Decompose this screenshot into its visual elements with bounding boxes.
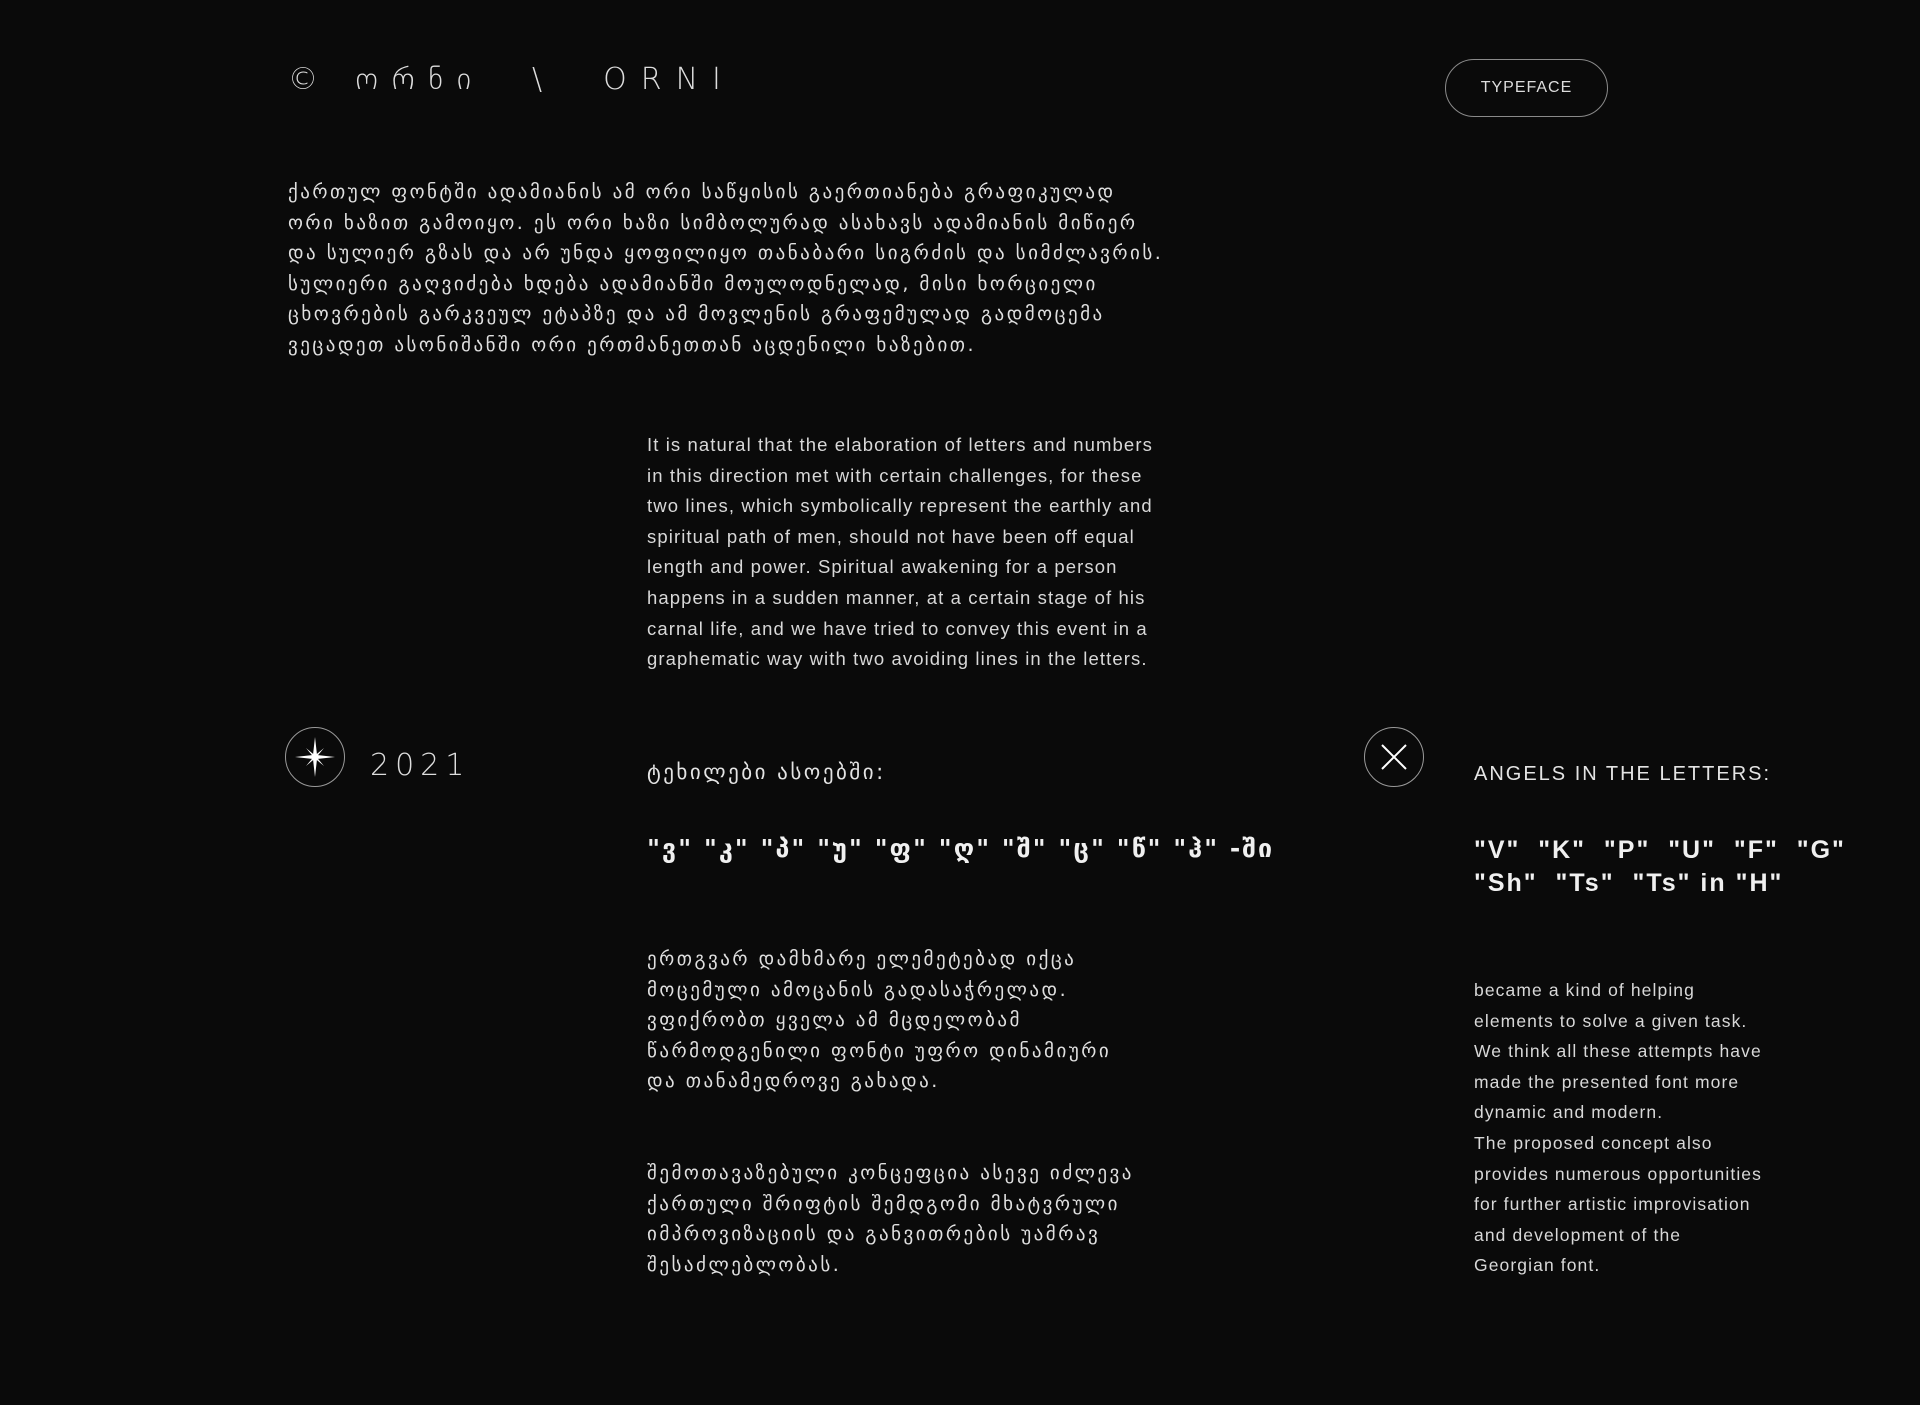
text-line: იმპროვიზაციის და განვითრების უამრავ bbox=[647, 1223, 1101, 1246]
georgian-letters: "ვ" "კ" "პ" "უ" "ფ" "ღ" "შ" "ც" "წ" "ჰ" … bbox=[647, 834, 1275, 863]
text-line: made the presented font more bbox=[1474, 1071, 1740, 1092]
text-line: became a kind of helping bbox=[1474, 980, 1695, 1000]
text-line: carnal life, and we have tried to convey… bbox=[647, 617, 1148, 639]
georgian-heading: ტეხილები ასოებში: bbox=[647, 760, 886, 784]
x-cross-icon bbox=[1364, 727, 1424, 787]
text-line: elements to solve a given task. bbox=[1474, 1010, 1748, 1031]
english-paragraph: became a kind of helping elements to sol… bbox=[1474, 975, 1762, 1281]
text-line: და თანამედროვე გახადა. bbox=[647, 1070, 940, 1093]
text-line: happens in a sudden manner, at a certain… bbox=[647, 586, 1146, 608]
text-line: dynamic and modern. bbox=[1474, 1102, 1664, 1123]
text-line: for further artistic improvisation bbox=[1474, 1194, 1751, 1215]
text-line: spiritual path of men, should not have b… bbox=[647, 525, 1135, 547]
text-line: ცხოვრების გარკვეულ ეტაპზე და ამ მოვლენის… bbox=[288, 303, 1105, 326]
text-line: and development of the bbox=[1474, 1224, 1682, 1245]
intro-english: It is natural that the elaboration of le… bbox=[647, 430, 1153, 675]
text-line: We think all these attempts have bbox=[1474, 1041, 1762, 1062]
year: 2021 bbox=[370, 748, 471, 783]
text-line: It is natural that the elaboration of le… bbox=[647, 434, 1153, 455]
letters-line: "V" "K" "P" "U" "F" "G" bbox=[1474, 836, 1846, 864]
text-line: შესაძლებლობას. bbox=[647, 1253, 842, 1276]
english-letters: "V" "K" "P" "U" "F" "G" "Sh" "Ts" "Ts" in… bbox=[1474, 834, 1846, 900]
georgian-paragraph-2: შემოთავაზებული კონცეფცია ასევე იძლევა ქა… bbox=[647, 1158, 1134, 1280]
text-line: in this direction met with certain chall… bbox=[647, 464, 1143, 486]
text-line: ერთგვარ დამხმარე ელემეტებად იქცა bbox=[647, 948, 1077, 970]
text-line: length and power. Spiritual awakening fo… bbox=[647, 556, 1118, 578]
text-line: ორი ხაზით გამოიყო. ეს ორი ხაზი სიმბოლურა… bbox=[288, 211, 1138, 234]
text-line: სულიერი გაღვიძება ხდება ადამიანში მოულოდ… bbox=[288, 272, 1098, 295]
text-line: მოცემული ამოცანის გადასაჭრელად. bbox=[647, 978, 1069, 1001]
letters-line: "Sh" "Ts" "Ts" in "H" bbox=[1474, 869, 1784, 897]
text-line: ქართულ ფონტში ადამიანის ამ ორი საწყისის … bbox=[288, 181, 1116, 203]
text-line: graphematic way with two avoiding lines … bbox=[647, 648, 1148, 670]
text-line: ვეცადეთ ასონიშანში ორი ერთმანეთთან აცდენ… bbox=[288, 333, 977, 356]
text-line: two lines, which symbolically represent … bbox=[647, 495, 1153, 517]
text-line: და სულიერ გზას და არ უნდა ყოფილიყო თანაბ… bbox=[288, 242, 1164, 265]
intro-georgian: ქართულ ფონტში ადამიანის ამ ორი საწყისის … bbox=[288, 177, 1163, 361]
typeface-button[interactable]: TYPEFACE bbox=[1445, 59, 1608, 117]
text-line: The proposed concept also bbox=[1474, 1132, 1713, 1153]
georgian-paragraph-1: ერთგვარ დამხმარე ელემეტებად იქცა მოცემულ… bbox=[647, 944, 1111, 1097]
text-line: Georgian font. bbox=[1474, 1255, 1601, 1276]
text-line: ვფიქრობთ ყველა ამ მცდელობამ bbox=[647, 1009, 1022, 1032]
sparkle-star-icon bbox=[285, 727, 345, 787]
logo[interactable]: © ორნი \ ORNI bbox=[288, 62, 735, 97]
text-line: ქართული შრიფტის შემდგომი მხატვრული bbox=[647, 1192, 1120, 1215]
text-line: წარმოდგენილი ფონტი უფრო დინამიური bbox=[647, 1039, 1112, 1062]
english-heading: ANGELS IN THE LETTERS: bbox=[1474, 763, 1772, 785]
text-line: provides numerous opportunities bbox=[1474, 1163, 1762, 1184]
text-line: შემოთავაზებული კონცეფცია ასევე იძლევა bbox=[647, 1162, 1134, 1184]
